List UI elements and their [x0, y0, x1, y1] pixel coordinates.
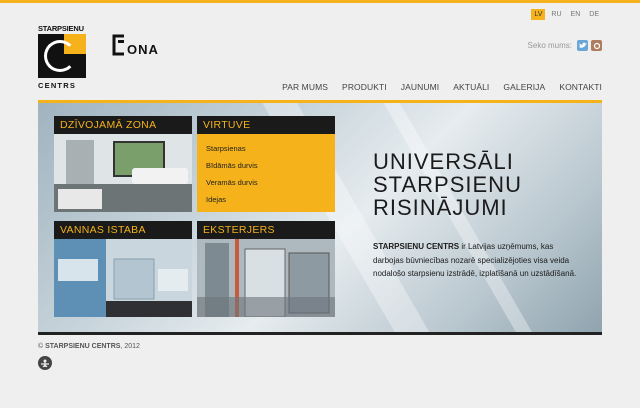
kitchen-menu: Starpsienas Bīdāmās durvis Veramās durvi…: [197, 134, 335, 212]
tile-exterior-title: EKSTERJERS: [197, 221, 335, 239]
exterior-image: [197, 239, 335, 317]
description-brand: STARPSIENU CENTRS: [373, 242, 460, 251]
language-switcher: LV RU EN DE: [531, 9, 602, 20]
lang-en[interactable]: EN: [568, 9, 584, 20]
headline-line-3: RISINĀJUMI: [373, 195, 508, 220]
main-nav: PAR MUMS PRODUKTI JAUNUMI AKTUĀLI GALERI…: [282, 82, 602, 92]
logo-bottom-text: CENTRS: [38, 81, 77, 90]
developer-icon[interactable]: [38, 356, 52, 370]
hero-banner: DZĪVOJAMĀ ZONA VIRTUVE Starpsienas Bīdām…: [38, 100, 602, 335]
footer-copyright: © STARPSIENU CENTRS, 2012: [38, 343, 140, 350]
lang-lv[interactable]: LV: [531, 9, 546, 20]
top-accent-bar: [0, 0, 640, 3]
lang-ru[interactable]: RU: [548, 9, 564, 20]
starpsienu-centrs-logo[interactable]: STARPSIENU CENTRS: [38, 24, 88, 90]
tile-bathroom[interactable]: VANNAS ISTABA: [54, 221, 192, 317]
logo-mark: [38, 34, 86, 78]
nav-produkti[interactable]: PRODUKTI: [342, 82, 387, 92]
cona-logo[interactable]: ONA: [112, 34, 178, 57]
svg-text:ONA: ONA: [127, 42, 159, 56]
tile-kitchen[interactable]: VIRTUVE Starpsienas Bīdāmās durvis Veram…: [197, 116, 335, 212]
living-room-image: [54, 134, 192, 212]
tile-living-title: DZĪVOJAMĀ ZONA: [54, 116, 192, 134]
menu-item-bidamas-durvis[interactable]: Bīdāmās durvis: [206, 157, 326, 174]
nav-aktuali[interactable]: AKTUĀLI: [453, 82, 489, 92]
tile-kitchen-title: VIRTUVE: [197, 116, 335, 134]
copyright-year: , 2012: [120, 343, 140, 350]
twitter-icon[interactable]: [577, 40, 588, 51]
logo-top-text: STARPSIENU: [38, 24, 84, 33]
cona-logo-mark: ONA: [112, 34, 159, 57]
hero-headline: UNIVERSĀLI STARPSIENU RISINĀJUMI: [373, 150, 522, 219]
hero-description: STARPSIENU CENTRS ir Latvijas uzņēmums, …: [373, 240, 583, 281]
copyright-brand: STARPSIENU CENTRS: [45, 343, 121, 350]
nav-galerija[interactable]: GALERIJA: [503, 82, 545, 92]
menu-item-idejas[interactable]: Idejas: [206, 191, 326, 208]
social-links: Seko mums:: [528, 40, 602, 51]
nav-par-mums[interactable]: PAR MUMS: [282, 82, 328, 92]
menu-item-starpsienas[interactable]: Starpsienas: [206, 140, 326, 157]
headline-line-2: STARPSIENU: [373, 172, 522, 197]
tile-living-zone[interactable]: DZĪVOJAMĀ ZONA: [54, 116, 192, 212]
tile-bath-title: VANNAS ISTABA: [54, 221, 192, 239]
nav-jaunumi[interactable]: JAUNUMI: [401, 82, 439, 92]
bathroom-image: [54, 239, 192, 317]
nav-kontakti[interactable]: KONTAKTI: [559, 82, 602, 92]
headline-line-1: UNIVERSĀLI: [373, 149, 514, 174]
lang-de[interactable]: DE: [586, 9, 602, 20]
tile-exterior[interactable]: EKSTERJERS: [197, 221, 335, 317]
menu-item-veramas-durvis[interactable]: Veramās durvis: [206, 174, 326, 191]
social-label: Seko mums:: [527, 41, 572, 50]
draugiem-icon[interactable]: [591, 40, 602, 51]
